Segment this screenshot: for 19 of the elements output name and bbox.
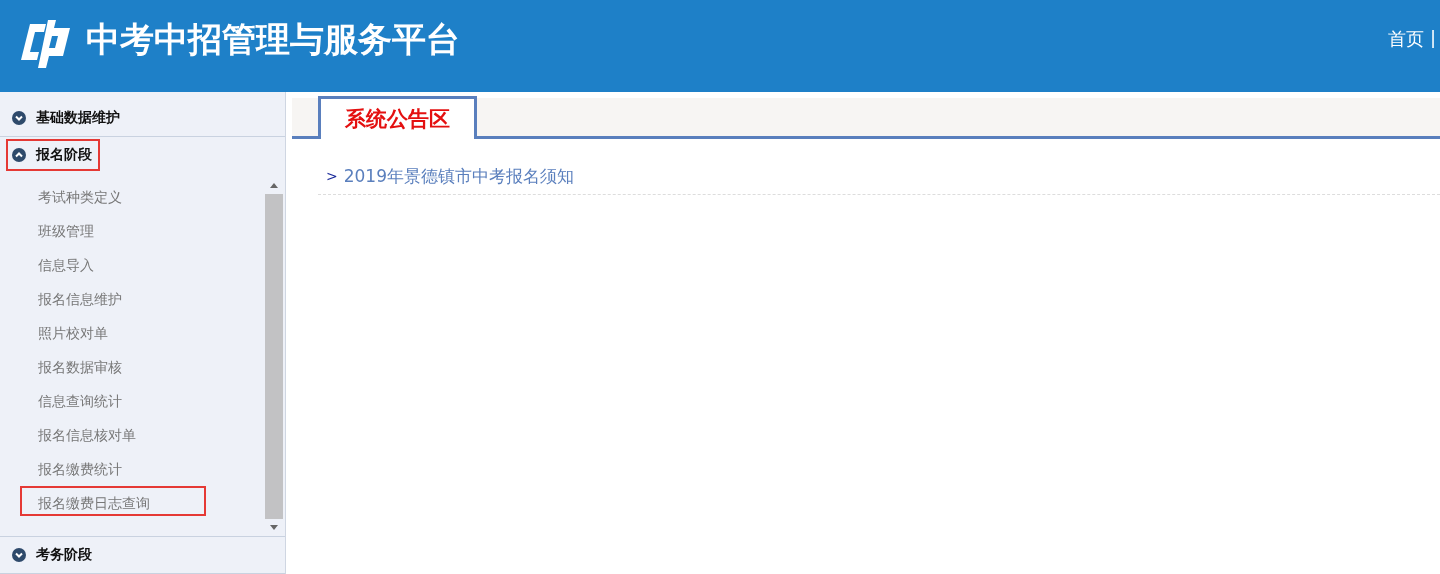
menu-item[interactable]: 信息导入 [20, 248, 206, 279]
notice-link[interactable]: 2019年景德镇市中考报名须知 [343, 165, 574, 188]
menu-item[interactable]: 信息查询统计 [20, 384, 206, 415]
menu-item[interactable]: 照片校对单 [20, 316, 206, 347]
menu-item[interactable]: 班级管理 [20, 214, 206, 245]
menu-item[interactable]: 报名信息核对单 [20, 418, 206, 449]
menu-item[interactable]: 报名缴费日志查询 [20, 486, 206, 517]
section-header[interactable]: 报名阶段 [6, 139, 100, 172]
list-marker: > [326, 167, 338, 186]
tab[interactable]: 系统公告区 [318, 96, 477, 139]
menu-item[interactable]: 考试种类定义 [20, 180, 206, 211]
platform-title: 中考中招管理与服务平台 [86, 18, 460, 61]
menu-item[interactable]: 报名数据审核 [20, 350, 206, 381]
section-header[interactable]: 考务阶段 [6, 538, 100, 571]
separator: | [1429, 27, 1436, 50]
nav-link[interactable]: 首页 [1387, 27, 1424, 51]
section-header[interactable]: 基础数据维护 [6, 102, 128, 135]
menu-item[interactable]: 报名缴费统计 [20, 452, 206, 483]
menu-item[interactable]: 报名信息维护 [20, 282, 206, 313]
